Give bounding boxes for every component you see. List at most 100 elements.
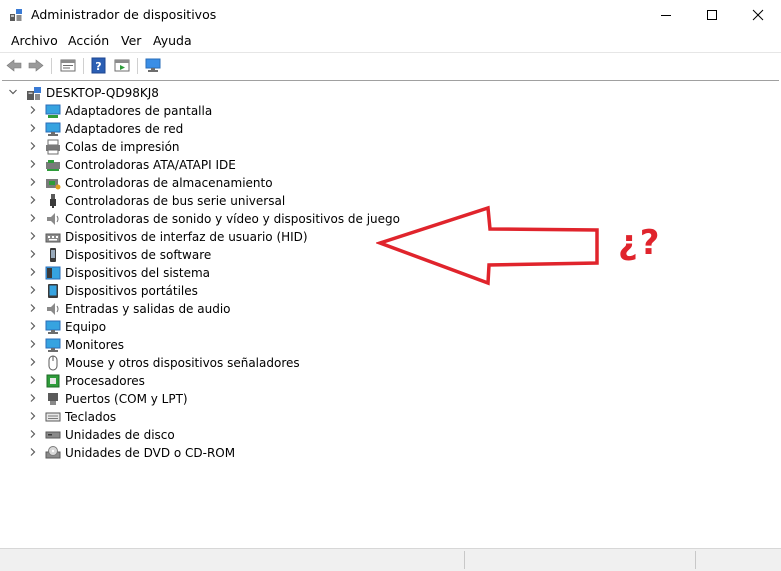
computer-icon: [45, 320, 61, 334]
tree-item[interactable]: Monitores: [2, 336, 402, 354]
device-manager-icon: [10, 9, 22, 21]
tree-item[interactable]: Procesadores: [2, 372, 402, 390]
menu-bar: Archivo Acción Ver Ayuda: [0, 31, 781, 51]
tree-item[interactable]: Entradas y salidas de audio: [2, 300, 402, 318]
window-title: Administrador de dispositivos: [31, 7, 217, 22]
tree-item-label: Unidades de disco: [65, 428, 175, 442]
tree-item[interactable]: Controladoras de bus serie universal: [2, 192, 402, 210]
tree-item-label: Controladoras de sonido y vídeo y dispos…: [65, 212, 400, 226]
chevron-right-icon[interactable]: [29, 286, 37, 294]
tree-item[interactable]: Unidades de DVD o CD-ROM: [2, 444, 402, 462]
portable-device-icon: [48, 284, 58, 298]
tree-item[interactable]: Adaptadores de red: [2, 120, 402, 138]
tree-item-label: Dispositivos de software: [65, 248, 212, 262]
tree-item[interactable]: Mouse y otros dispositivos señaladores: [2, 354, 402, 372]
chevron-right-icon[interactable]: [29, 106, 37, 114]
tree-item[interactable]: Controladoras de almacenamiento: [2, 174, 402, 192]
chevron-right-icon[interactable]: [29, 196, 37, 204]
forward-icon[interactable]: [27, 57, 45, 74]
tree-item[interactable]: Dispositivos del sistema: [2, 264, 402, 282]
audio-io-icon: [47, 303, 59, 315]
scan-hardware-icon[interactable]: [144, 57, 162, 74]
tree-item-label: Mouse y otros dispositivos señaladores: [65, 356, 300, 370]
chevron-right-icon[interactable]: [29, 304, 37, 312]
menu-ver[interactable]: Ver: [121, 33, 141, 48]
tree-item-label: Equipo: [65, 320, 107, 334]
tree-item[interactable]: Teclados: [2, 408, 402, 426]
tree-item-label: Monitores: [65, 338, 124, 352]
close-icon: [752, 9, 764, 21]
network-adapter-icon: [45, 122, 61, 136]
tree-root[interactable]: DESKTOP-QD98KJ8: [2, 84, 302, 102]
tree-item-label: Adaptadores de pantalla: [65, 104, 213, 118]
chevron-right-icon[interactable]: [29, 412, 37, 420]
minimize-button[interactable]: [643, 0, 689, 30]
chevron-right-icon[interactable]: [29, 268, 37, 276]
tree-item-label: Controladoras ATA/ATAPI IDE: [65, 158, 236, 172]
computer-icon: [27, 87, 41, 100]
chevron-right-icon[interactable]: [29, 178, 37, 186]
status-divider: [695, 551, 696, 569]
menu-archivo[interactable]: Archivo: [11, 33, 58, 48]
speaker-icon: [47, 213, 59, 225]
status-divider: [464, 551, 465, 569]
chevron-right-icon[interactable]: [29, 430, 37, 438]
tree-item-label: Colas de impresión: [65, 140, 180, 154]
properties-icon[interactable]: [59, 57, 77, 74]
tree-item[interactable]: Puertos (COM y LPT): [2, 390, 402, 408]
chevron-right-icon[interactable]: [29, 232, 37, 240]
chevron-right-icon[interactable]: [29, 322, 37, 330]
display-adapter-icon: [45, 104, 61, 118]
tree-item[interactable]: Controladoras de sonido y vídeo y dispos…: [2, 210, 402, 228]
chevron-right-icon[interactable]: [29, 448, 37, 456]
update-driver-icon[interactable]: [113, 57, 131, 74]
chevron-down-icon[interactable]: [9, 88, 17, 96]
toolbar-separator: [83, 58, 84, 74]
tree-item[interactable]: Adaptadores de pantalla: [2, 102, 402, 120]
usb-icon: [50, 194, 56, 208]
tree-item-label: Dispositivos portátiles: [65, 284, 198, 298]
tree-item[interactable]: Unidades de disco: [2, 426, 402, 444]
chevron-right-icon[interactable]: [29, 340, 37, 348]
chevron-right-icon[interactable]: [29, 160, 37, 168]
tree-item-label: Controladoras de bus serie universal: [65, 194, 286, 208]
system-device-icon: [45, 266, 61, 280]
keyboard-icon: [45, 412, 61, 422]
tree-item[interactable]: Dispositivos portátiles: [2, 282, 402, 300]
tree-item[interactable]: Equipo: [2, 318, 402, 336]
menu-ayuda[interactable]: Ayuda: [153, 33, 192, 48]
storage-controller-icon: [46, 179, 61, 190]
minimize-icon: [661, 15, 671, 16]
help-icon[interactable]: ?: [90, 57, 108, 74]
close-button[interactable]: [735, 0, 781, 30]
tree-item-label: Puertos (COM y LPT): [65, 392, 188, 406]
maximize-button[interactable]: [689, 0, 735, 30]
chevron-right-icon[interactable]: [29, 124, 37, 132]
tree-item-label: Entradas y salidas de audio: [65, 302, 231, 316]
tree-item[interactable]: Controladoras ATA/ATAPI IDE: [2, 156, 402, 174]
print-queue-icon: [46, 139, 60, 155]
svg-text:?: ?: [95, 60, 101, 73]
tree-item[interactable]: Colas de impresión: [2, 138, 402, 156]
chevron-right-icon[interactable]: [29, 214, 37, 222]
title-bar: Administrador de dispositivos: [0, 0, 781, 30]
tree-item-label: Controladoras de almacenamiento: [65, 176, 273, 190]
dvd-icon: [45, 446, 61, 459]
chevron-right-icon[interactable]: [29, 376, 37, 384]
tree-item[interactable]: Dispositivos de interfaz de usuario (HID…: [2, 228, 402, 246]
tree-item[interactable]: Dispositivos de software: [2, 246, 402, 264]
annotation-question-mark: ¿?: [618, 223, 662, 263]
chevron-right-icon[interactable]: [29, 250, 37, 258]
tree-item-label: Unidades de DVD o CD-ROM: [65, 446, 236, 460]
toolbar-separator: [137, 58, 138, 74]
tree-item-label: Teclados: [65, 410, 117, 424]
toolbar-separator: [51, 58, 52, 74]
chevron-right-icon[interactable]: [29, 358, 37, 366]
maximize-icon: [707, 10, 717, 20]
toolbar: ?: [0, 53, 781, 79]
menu-accion[interactable]: Acción: [68, 33, 109, 48]
tree-item-label: Dispositivos de interfaz de usuario (HID…: [65, 230, 308, 244]
chevron-right-icon[interactable]: [29, 394, 37, 402]
chevron-right-icon[interactable]: [29, 142, 37, 150]
back-icon[interactable]: [5, 57, 23, 74]
